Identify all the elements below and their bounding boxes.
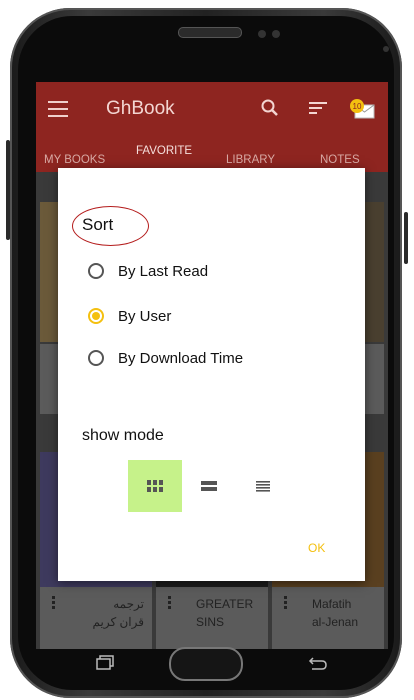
option-label: By Last Read [118,262,209,280]
sort-icon[interactable] [309,102,327,116]
home-button[interactable] [169,647,243,681]
sort-dialog: Sort By Last Read By User By Download Ti… [58,168,365,581]
show-mode-label: show mode [82,427,164,444]
tab-bar: MY BOOKS FAVORITE LIBRARY NOTES [36,138,388,172]
volume-button [6,140,10,240]
tab-notes[interactable]: NOTES [320,154,360,166]
book-title: Mafatih al-Jenan [312,597,359,629]
option-by-last-read[interactable]: By Last Read [88,259,208,283]
large-list-icon [201,481,217,491]
earpiece-speaker [178,27,242,38]
recent-apps-icon[interactable] [96,654,116,672]
view-mode-grid[interactable] [128,460,182,512]
ok-button[interactable]: OK [308,541,325,555]
view-mode-large-list[interactable] [182,460,236,512]
option-label: By Download Time [118,349,244,367]
more-options-icon[interactable] [52,596,55,610]
tab-my-books[interactable]: MY BOOKS [44,154,105,166]
view-mode-list[interactable] [236,460,290,512]
search-icon[interactable] [260,98,280,118]
radio-button[interactable] [88,350,104,366]
radio-button-selected[interactable] [88,308,104,324]
book-title: GREATER SINS [196,597,254,629]
app-bar: GhBook 10 [36,82,388,138]
tab-favorite[interactable]: FAVORITE [136,145,192,157]
sensor-dot [272,30,280,38]
more-options-icon[interactable] [168,596,171,610]
back-icon[interactable] [306,656,328,672]
mail-icon[interactable]: 10 [349,98,375,120]
book-title: ترجمه قران کریم [92,597,145,629]
app-title: GhBook [106,98,175,119]
menu-icon[interactable] [48,101,68,117]
proximity-sensor [383,46,389,52]
option-by-download-time[interactable]: By Download Time [88,346,243,370]
front-camera [258,30,266,38]
list-icon [256,481,270,492]
more-options-icon[interactable] [284,596,287,610]
option-by-user[interactable]: By User [88,304,171,328]
power-button [404,212,408,264]
option-label: By User [118,307,172,325]
tab-library[interactable]: LIBRARY [226,154,275,166]
radio-button[interactable] [88,263,104,279]
grid-icon [147,480,163,492]
notification-badge: 10 [353,102,362,111]
dialog-title: Sort [82,215,114,234]
